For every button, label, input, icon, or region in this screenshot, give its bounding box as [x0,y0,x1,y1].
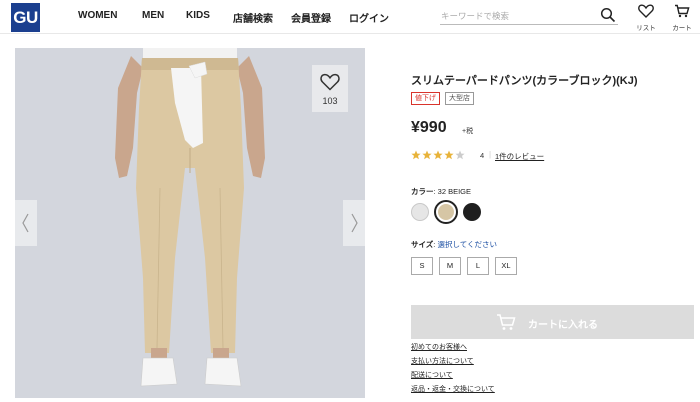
sale-badge: 値下げ [411,92,440,105]
size-button-m[interactable]: M [439,257,461,275]
cart-icon [675,4,690,18]
size-label: サイズ: 選択してください [411,239,497,250]
star-icon [433,150,443,160]
color-label: カラー: 32 BEIGE [411,186,471,197]
size-button-s[interactable]: S [411,257,433,275]
star-icon [444,150,454,160]
cart-header-button[interactable]: カート [669,3,695,32]
favorite-button[interactable]: 103 [312,65,348,112]
help-links: 初めてのお客様へ 支払い方法について 配送について 返品・返金・交換について [411,341,495,397]
gu-logo[interactable]: GU [11,3,40,32]
chevron-left-icon [22,213,29,233]
prev-image-button[interactable] [15,200,37,246]
star-icon [422,150,432,160]
wishlist-button[interactable]: リスト [633,3,659,32]
site-header: GU WOMEN MEN KIDS 店舗検索 会員登録 ログイン キーワードで検… [0,0,700,34]
nav-store-search[interactable]: 店舗検索 [233,10,291,25]
large-store-badge: 大型店 [445,92,474,105]
nav-register[interactable]: 会員登録 [291,10,349,25]
size-select-prompt: 選択してください [437,240,498,249]
heart-icon [320,73,340,91]
rating-value: 4 [480,151,485,160]
link-returns[interactable]: 返品・返金・交換について [411,383,495,397]
product-price: ¥990 [411,119,447,136]
star-icon [411,150,421,160]
color-value: : 32 BEIGE [433,187,472,196]
color-label-title: カラー [411,187,434,196]
add-to-cart-label: カートに入れる [528,320,598,331]
heart-icon [638,4,654,18]
color-swatch-black[interactable] [463,203,481,221]
size-button-xl[interactable]: XL [495,257,517,275]
next-image-button[interactable] [343,200,365,246]
chevron-right-icon [351,213,358,233]
size-label-title: サイズ [411,240,434,249]
nav-kids[interactable]: KIDS [186,10,233,25]
size-button-l[interactable]: L [467,257,489,275]
cart-icon [497,314,516,330]
color-swatch-beige[interactable] [434,200,458,224]
color-swatch-light-gray[interactable] [411,203,429,221]
color-swatch-beige-fill [438,204,454,220]
nav-women[interactable]: WOMEN [78,10,142,25]
product-image: 103 [15,48,365,398]
nav-men[interactable]: MEN [142,10,186,25]
favorite-count: 103 [322,96,338,106]
tax-note: +税 [462,128,474,135]
rating-stars [411,150,465,160]
rating-divider: | [489,150,492,159]
star-icon [455,150,465,160]
search-icon[interactable] [600,7,616,23]
search-placeholder: キーワードで検索 [441,11,510,21]
link-delivery[interactable]: 配送について [411,369,495,383]
product-title: スリムテーパードパンツ(カラーブロック)(KJ) [411,75,638,87]
link-first-time[interactable]: 初めてのお客様へ [411,341,495,355]
review-link[interactable]: 1件のレビュー [495,151,544,162]
link-payment[interactable]: 支払い方法について [411,355,495,369]
main-nav: WOMEN MEN KIDS 店舗検索 会員登録 ログイン [78,10,389,25]
search-input[interactable]: キーワードで検索 [440,7,618,25]
wishlist-label: リスト [636,25,656,32]
add-to-cart-button[interactable]: カートに入れる [411,305,694,339]
cart-label: カート [672,25,692,32]
nav-login[interactable]: ログイン [349,10,389,25]
